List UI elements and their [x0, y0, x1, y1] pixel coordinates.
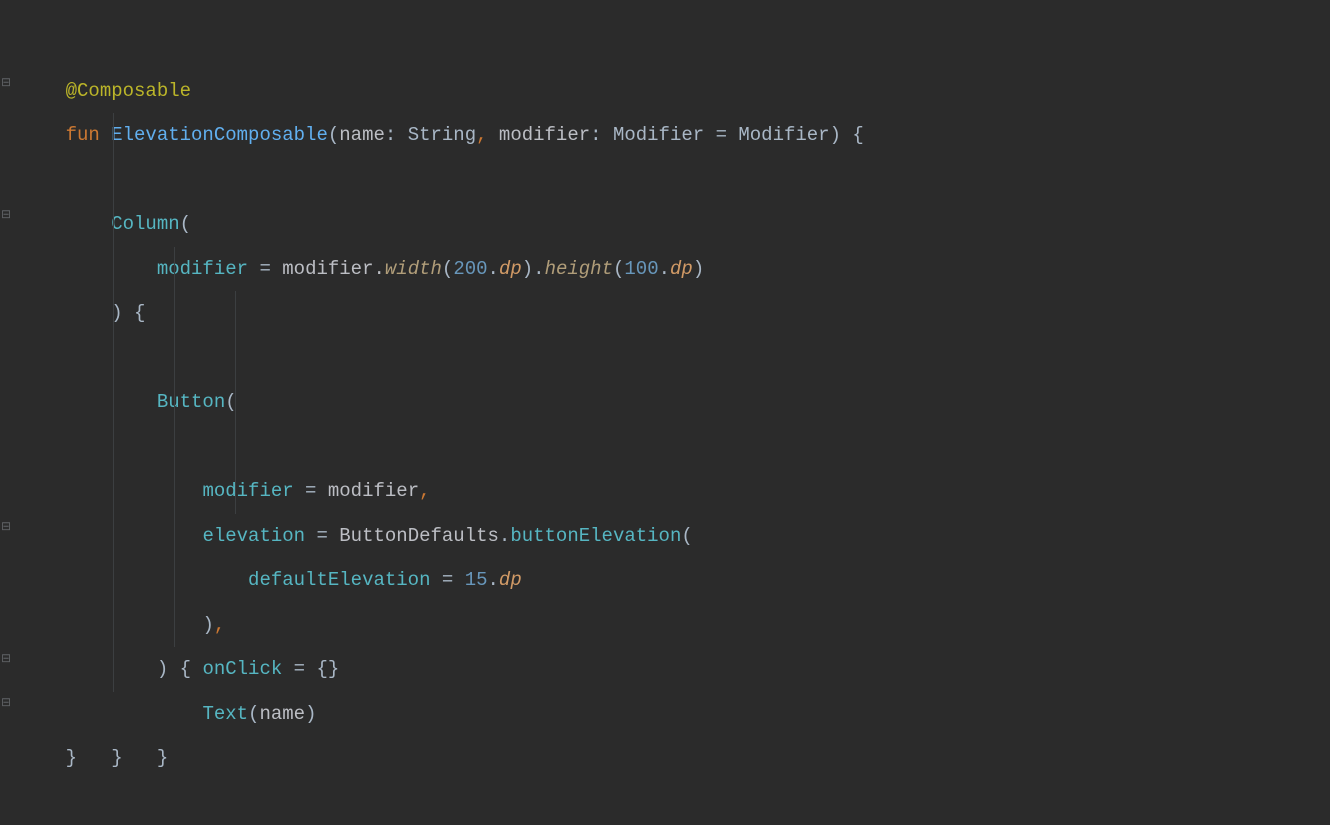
code-line: Column( [20, 113, 1330, 158]
indent-guide [174, 380, 175, 425]
indent-guide [174, 247, 175, 292]
indent-guide [113, 425, 114, 470]
code-line: ) { [20, 514, 1330, 559]
indent-guide [113, 514, 114, 559]
indent-guide [113, 202, 114, 247]
code-line: } [20, 692, 1330, 737]
indent-guide [113, 113, 114, 158]
code-editor[interactable]: @Composable fun ElevationComposable(name… [0, 0, 1330, 736]
indent-guide [174, 514, 175, 559]
indent-guide [174, 291, 175, 336]
indent-guide [113, 603, 114, 648]
indent-guide [113, 247, 114, 292]
indent-guide [113, 336, 114, 381]
code-line: modifier = modifier, [20, 291, 1330, 336]
code-line: } [20, 603, 1330, 648]
indent-guide [174, 336, 175, 381]
indent-guide [113, 647, 114, 692]
code-line: modifier = modifier.width(200.dp).height… [20, 158, 1330, 203]
code-line: ), [20, 425, 1330, 470]
indent-guide [113, 469, 114, 514]
indent-guide [235, 425, 236, 470]
indent-guide [113, 291, 114, 336]
indent-guide [113, 558, 114, 603]
code-line: ) { [20, 202, 1330, 247]
code-line: defaultElevation = 15.dp [20, 380, 1330, 425]
code-line: elevation = ButtonDefaults.buttonElevati… [20, 336, 1330, 381]
indent-guide [174, 558, 175, 603]
brace-close: } [66, 747, 77, 769]
indent-guide [174, 469, 175, 514]
indent-guide [174, 425, 175, 470]
indent-guide [235, 469, 236, 514]
indent-guide [235, 380, 236, 425]
code-line: @Composable [20, 24, 1330, 69]
indent-guide [113, 158, 114, 203]
code-line: fun ElevationComposable(name: String, mo… [20, 69, 1330, 114]
indent-guide [174, 603, 175, 648]
indent-guide [113, 380, 114, 425]
code-line: onClick = {} [20, 469, 1330, 514]
indent-guide [235, 336, 236, 381]
indent-guide [235, 291, 236, 336]
code-line: } [20, 647, 1330, 692]
code-line: Text(name) [20, 558, 1330, 603]
code-line: Button( [20, 247, 1330, 292]
